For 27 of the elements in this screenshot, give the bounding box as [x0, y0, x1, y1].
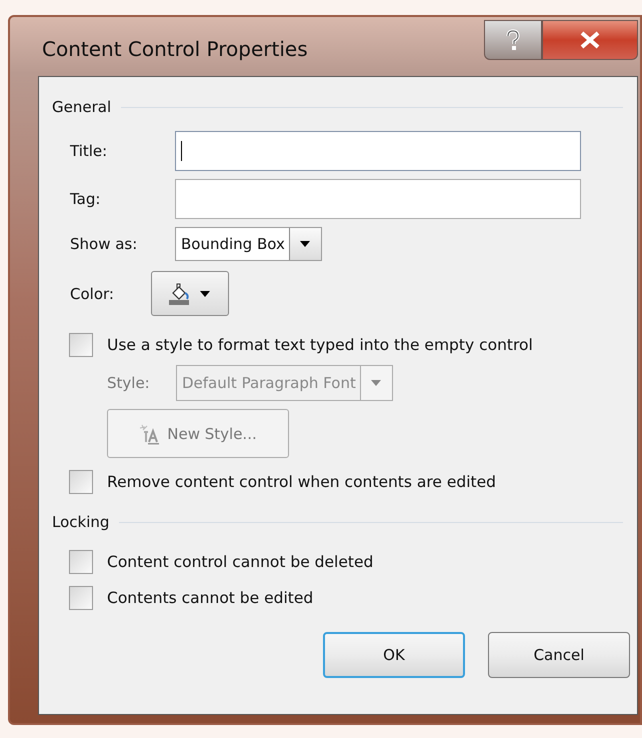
- checkbox-label: Remove content control when contents are edited: [107, 473, 496, 491]
- group-heading: Locking: [52, 513, 110, 531]
- field-label: Title:: [70, 142, 108, 160]
- paint-bucket-icon: [168, 282, 190, 304]
- input-field[interactable]: [175, 131, 581, 171]
- dropdown[interactable]: Bounding Box: [175, 227, 322, 261]
- dialog-button[interactable]: OK: [323, 632, 465, 678]
- checkbox[interactable]: [69, 333, 93, 357]
- checkbox-label: Use a style to format text typed into the empty control: [107, 336, 533, 354]
- color-button[interactable]: [151, 271, 229, 316]
- checkbox-label: Content control cannot be deleted: [107, 553, 374, 571]
- style-icon: [139, 422, 162, 444]
- help-button[interactable]: [484, 20, 542, 60]
- field-label: Tag:: [70, 190, 102, 208]
- checkbox-label: Contents cannot be edited: [107, 589, 314, 607]
- close-icon: [579, 30, 601, 50]
- field-label: Color:: [70, 284, 115, 302]
- checkbox[interactable]: [69, 586, 93, 610]
- group-heading: General: [52, 98, 112, 116]
- window-title: Content Control Properties: [41, 37, 309, 61]
- close-button[interactable]: [542, 20, 638, 60]
- checkbox[interactable]: [69, 550, 93, 574]
- field-label: Show as:: [70, 235, 138, 253]
- checkbox[interactable]: [69, 470, 93, 494]
- dialog-button[interactable]: Cancel: [488, 632, 630, 678]
- field-label: Style:: [107, 374, 151, 392]
- input-field[interactable]: [175, 179, 581, 219]
